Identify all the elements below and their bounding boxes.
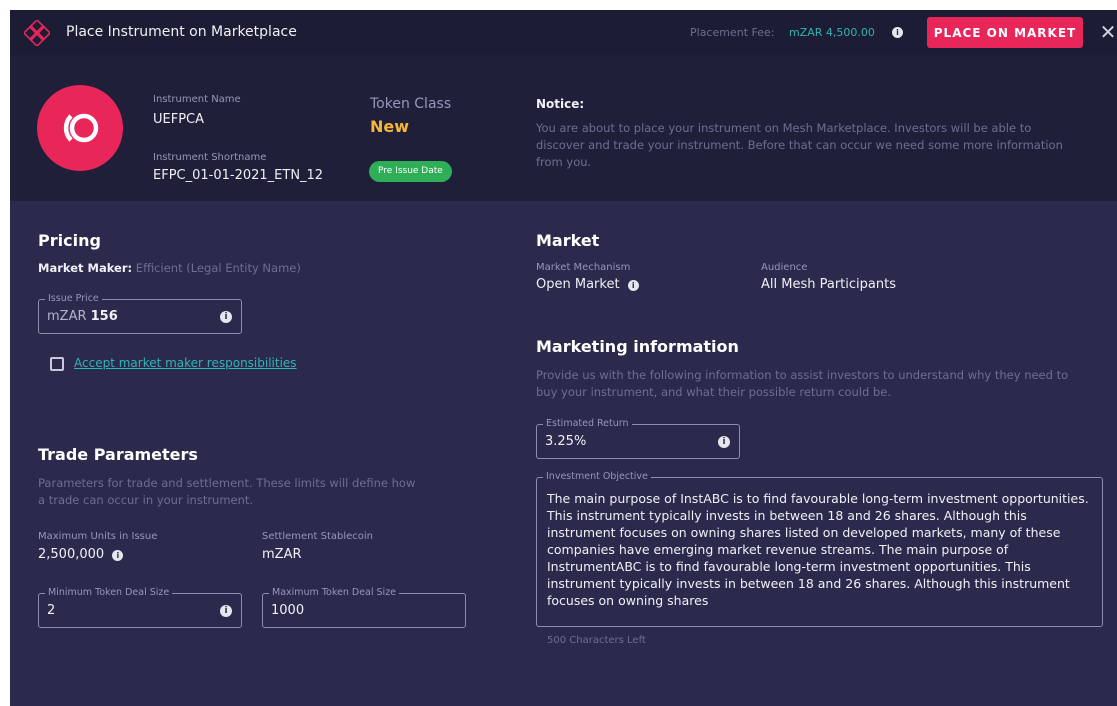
instrument-logo-glyph-icon <box>63 113 99 143</box>
issue-price-value[interactable]: mZAR 156 <box>47 309 118 324</box>
dialog-header: Place Instrument on Marketplace Placemen… <box>10 10 1117 55</box>
instrument-name-label: Instrument Name <box>153 94 241 105</box>
marketing-title: Marketing information <box>536 337 739 356</box>
investment-objective-label: Investment Objective <box>543 471 651 482</box>
investment-objective-field[interactable]: Investment Objective The main purpose of… <box>536 471 1103 627</box>
marketing-description: Provide us with the following informatio… <box>536 368 1069 399</box>
market-mechanism-value: Open Market <box>536 277 620 292</box>
instrument-name: UEFPCA <box>153 112 205 127</box>
place-on-market-button[interactable]: PLACE ON MARKET <box>927 17 1083 48</box>
info-icon[interactable]: i <box>892 27 903 38</box>
info-icon[interactable]: i <box>627 280 639 291</box>
info-icon[interactable]: i <box>220 605 232 617</box>
min-token-deal-label: Minimum Token Deal Size <box>45 587 173 598</box>
instrument-shortname-label: Instrument Shortname <box>153 152 267 163</box>
audience-value: All Mesh Participants <box>761 277 896 292</box>
investment-objective-text[interactable]: The main purpose of InstABC is to find f… <box>547 490 1097 609</box>
estimated-return-field[interactable]: Estimated Return 3.25% i <box>536 418 740 459</box>
instrument-shortname: EFPC_01-01-2021_ETN_12 <box>153 168 324 183</box>
issue-price-amount: 156 <box>90 309 118 324</box>
issue-price-label: Issue Price <box>45 293 102 304</box>
market-title: Market <box>536 231 600 250</box>
mesh-logo-icon <box>24 20 50 46</box>
trade-parameters-description: Parameters for trade and settlement. The… <box>38 476 416 507</box>
accept-market-maker-link[interactable]: Accept market maker responsibilities <box>74 356 297 370</box>
instrument-summary: Instrument Name UEFPCA Instrument Shortn… <box>10 55 1117 201</box>
max-token-deal-field[interactable]: Maximum Token Deal Size 1000 <box>262 587 466 628</box>
notice-title: Notice: <box>536 97 585 111</box>
estimated-return-label: Estimated Return <box>543 418 632 429</box>
market-maker-label: Market Maker: <box>38 261 133 275</box>
max-units-value: 2,500,000 <box>38 547 105 562</box>
placement-fee-value: mZAR 4,500.00 <box>789 26 875 39</box>
max-units-row: 2,500,000 i <box>38 547 124 562</box>
audience-label: Audience <box>761 262 808 273</box>
market-mechanism-row: Open Market i <box>536 277 639 292</box>
status-badge: Pre Issue Date <box>369 161 452 182</box>
info-icon[interactable]: i <box>220 311 232 323</box>
trade-parameters-title: Trade Parameters <box>38 445 198 464</box>
info-icon[interactable]: i <box>112 550 124 561</box>
pricing-title: Pricing <box>38 231 101 250</box>
issue-price-currency: mZAR <box>47 309 87 324</box>
estimated-return-value[interactable]: 3.25% <box>545 434 586 449</box>
max-units-label: Maximum Units in Issue <box>38 531 158 542</box>
token-class-label: Token Class <box>370 96 452 112</box>
issue-price-field[interactable]: Issue Price mZAR 156 i <box>38 293 242 334</box>
close-icon[interactable]: ✕ <box>1099 22 1117 42</box>
accept-checkbox[interactable] <box>50 357 64 371</box>
settlement-stablecoin-value: mZAR <box>262 547 302 562</box>
max-token-deal-label: Maximum Token Deal Size <box>269 587 400 598</box>
market-maker-row: Market Maker: Efficient (Legal Entity Na… <box>38 261 301 275</box>
instrument-logo-icon <box>37 85 123 171</box>
settlement-stablecoin-label: Settlement Stablecoin <box>262 531 374 542</box>
market-maker-value: Efficient (Legal Entity Name) <box>135 261 301 275</box>
token-class-value: New <box>370 117 410 136</box>
min-token-deal-field[interactable]: Minimum Token Deal Size 2 i <box>38 587 242 628</box>
info-icon[interactable]: i <box>718 436 730 448</box>
market-mechanism-label: Market Mechanism <box>536 262 631 273</box>
characters-left-counter: 500 Characters Left <box>547 635 646 646</box>
notice-text: You are about to place your instrument o… <box>536 121 1063 169</box>
placement-fee-label: Placement Fee: <box>690 26 775 39</box>
min-token-deal-value[interactable]: 2 <box>47 603 55 618</box>
place-instrument-dialog: Place Instrument on Marketplace Placemen… <box>10 10 1117 706</box>
max-token-deal-value[interactable]: 1000 <box>271 603 304 618</box>
dialog-title: Place Instrument on Marketplace <box>66 24 297 40</box>
